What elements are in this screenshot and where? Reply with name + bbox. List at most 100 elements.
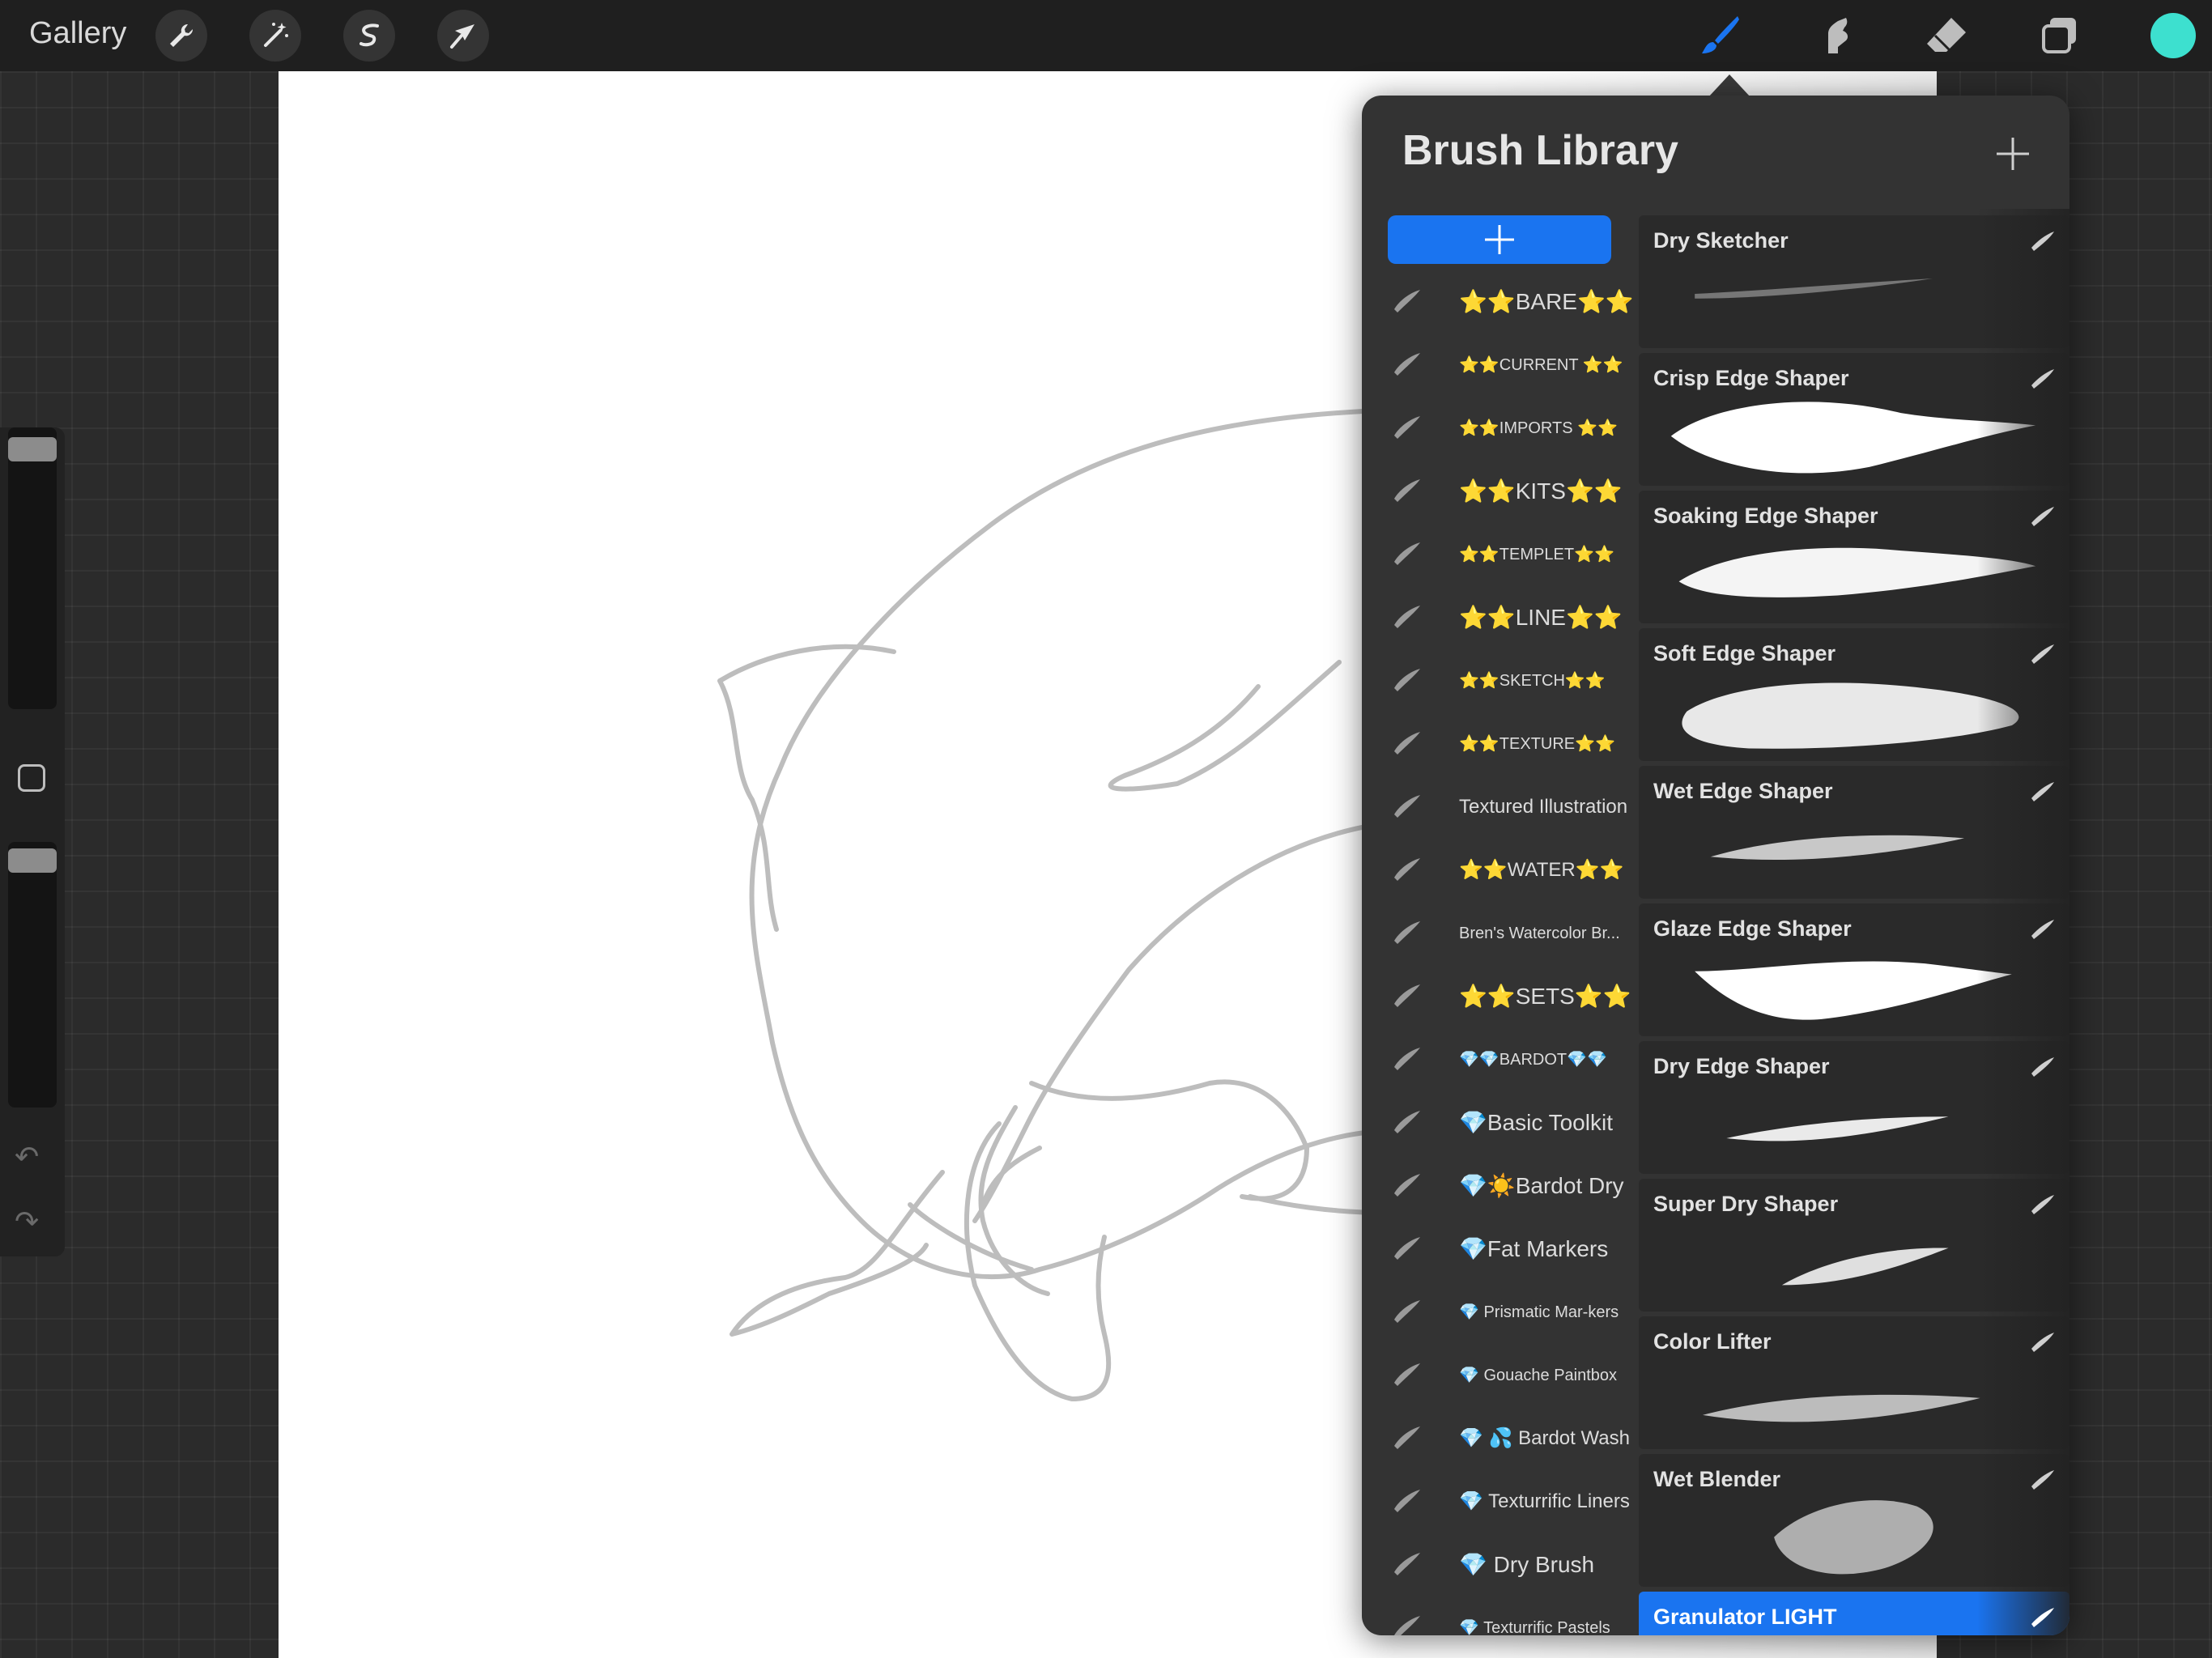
brush-set-icon — [1394, 606, 1420, 628]
brush-stroke-preview — [1774, 1500, 1933, 1575]
layers-icon[interactable] — [2035, 11, 2084, 60]
brush-name: Soaking Edge Shaper — [1653, 504, 1878, 528]
brush-card[interactable]: Soaking Edge Shaper — [1639, 491, 2069, 623]
brush-stroke-preview — [1695, 278, 1933, 299]
brush-set-item[interactable]: ⭐⭐CURRENT ⭐⭐ — [1362, 334, 1637, 397]
brush-set-label: 💎Fat Markers — [1459, 1236, 1609, 1261]
wrench-icon[interactable] — [155, 10, 207, 62]
brush-set-icon — [1394, 353, 1420, 376]
brush-stroke-preview — [1682, 682, 2019, 749]
brush-set-icon — [1394, 669, 1420, 691]
opacity-knob[interactable] — [8, 848, 57, 873]
brush-set-label: Textured Illustration — [1459, 796, 1628, 818]
brush-set-label: 💎 Prismatic Mar-kers — [1459, 1303, 1619, 1321]
magic-wand-icon[interactable] — [249, 10, 301, 62]
brush-set-item[interactable]: ⭐⭐LINE⭐⭐ — [1362, 586, 1637, 649]
brush-card[interactable]: Color Lifter — [1639, 1316, 2069, 1449]
brush-card[interactable]: Glaze Edge Shaper — [1639, 903, 2069, 1036]
brush-set-item[interactable]: 💎💎BARDOT💎💎 — [1362, 1028, 1637, 1091]
brush-set-item[interactable]: ⭐⭐BARE⭐⭐ — [1362, 270, 1637, 334]
brush-card[interactable]: Dry Edge Shaper — [1639, 1041, 2069, 1174]
brush-set-label: ⭐⭐KITS⭐⭐ — [1459, 478, 1623, 504]
redo-icon[interactable]: ↷ — [15, 1205, 39, 1239]
brush-stroke-preview — [1678, 547, 2036, 597]
brush-set-item[interactable]: ⭐⭐TEXTURE⭐⭐ — [1362, 712, 1637, 776]
brush-set-item[interactable]: Bren's Watercolor Br... — [1362, 902, 1637, 965]
brush-stroke-icon — [2031, 782, 2054, 801]
brush-stroke-icon — [2031, 232, 2054, 251]
transform-arrow-icon[interactable] — [437, 10, 489, 62]
brush-card[interactable]: Wet Blender — [1639, 1454, 2069, 1587]
brush-card[interactable]: Dry Sketcher — [1639, 215, 2069, 348]
brush-set-label: 💎 Dry Brush — [1459, 1552, 1595, 1577]
brush-set-item[interactable]: 💎 💦 Bardot Wash — [1362, 1407, 1637, 1470]
brush-set-label: 💎💎BARDOT💎💎 — [1459, 1051, 1607, 1069]
brush-set-item[interactable]: ⭐⭐TEMPLET⭐⭐ — [1362, 523, 1637, 586]
brush-set-item[interactable]: 💎Fat Markers — [1362, 1218, 1637, 1281]
brush-stroke-preview — [1702, 1394, 1980, 1422]
brush-library-title: Brush Library — [1402, 127, 1678, 174]
brush-set-item[interactable]: 💎 Texturrific Pastels — [1362, 1596, 1637, 1635]
brush-card[interactable]: Super Dry Shaper — [1639, 1179, 2069, 1312]
brush-card[interactable]: Granulator LIGHT — [1639, 1592, 2069, 1635]
brush-set-item[interactable]: ⭐⭐IMPORTS ⭐⭐ — [1362, 397, 1637, 460]
gallery-button[interactable]: Gallery — [29, 16, 126, 51]
brush-stroke-preview — [1695, 961, 2012, 1020]
brush-stroke-preview — [1726, 1116, 1949, 1141]
brush-set-label: ⭐⭐IMPORTS ⭐⭐ — [1459, 419, 1618, 437]
brush-set-icon — [1394, 984, 1420, 1007]
brush-stroke-icon — [2031, 1195, 2054, 1214]
brush-set-icon — [1394, 1553, 1420, 1575]
brush-stroke-preview — [1781, 1248, 1949, 1286]
brush-set-item[interactable]: ⭐⭐SKETCH⭐⭐ — [1362, 649, 1637, 712]
brush-set-label: ⭐⭐SKETCH⭐⭐ — [1459, 672, 1606, 690]
brush-card[interactable]: Crisp Edge Shaper — [1639, 353, 2069, 486]
brush-list[interactable]: Dry Sketcher Crisp Edge Shaper Soaking Edg… — [1639, 215, 2069, 1635]
brush-set-label: 💎 💦 Bardot Wash — [1459, 1427, 1630, 1449]
brush-icon[interactable] — [1695, 11, 1744, 60]
brush-set-item[interactable]: 💎 Texturrific Liners — [1362, 1470, 1637, 1533]
brush-size-knob[interactable] — [8, 437, 57, 461]
brush-set-icon — [1394, 732, 1420, 755]
top-toolbar: Gallery — [0, 0, 2212, 71]
selection-icon[interactable] — [343, 10, 395, 62]
brush-name: Wet Blender — [1653, 1467, 1781, 1491]
brush-set-icon — [1394, 1300, 1420, 1323]
brush-set-label: 💎Basic Toolkit — [1459, 1110, 1613, 1135]
undo-icon[interactable]: ↶ — [15, 1140, 39, 1174]
brush-set-icon — [1394, 858, 1420, 881]
brush-set-label: 💎 Texturrific Pastels — [1459, 1619, 1610, 1635]
add-brush-icon[interactable] — [1993, 134, 2032, 173]
brush-set-item[interactable]: 💎☀️Bardot Dry — [1362, 1154, 1637, 1218]
brush-size-slider[interactable] — [8, 427, 57, 709]
brush-name: Super Dry Shaper — [1653, 1192, 1839, 1216]
brush-set-label: 💎☀️Bardot Dry — [1459, 1173, 1624, 1198]
brush-set-icon — [1394, 1426, 1420, 1449]
brush-sets-list[interactable]: ⭐⭐BARE⭐⭐ ⭐⭐CURRENT ⭐⭐ ⭐⭐IMPORTS ⭐⭐ ⭐⭐KITS⭐⭐… — [1362, 270, 1637, 1635]
smudge-icon[interactable] — [1809, 11, 1857, 60]
opacity-slider[interactable] — [8, 842, 57, 1107]
modify-button[interactable] — [18, 764, 45, 792]
brush-name: Soft Edge Shaper — [1653, 641, 1836, 665]
brush-set-item[interactable]: 💎 Prismatic Mar-kers — [1362, 1281, 1637, 1344]
add-brush-set-button[interactable] — [1388, 215, 1611, 264]
brush-library-panel: Brush Library ⭐⭐BARE⭐⭐ ⭐⭐CURRENT ⭐⭐ ⭐⭐IMPO… — [1362, 96, 2069, 1635]
brush-card[interactable]: Soft Edge Shaper — [1639, 628, 2069, 761]
brush-name: Dry Sketcher — [1653, 228, 1789, 253]
eraser-icon[interactable] — [1922, 11, 1971, 60]
brush-set-icon — [1394, 1237, 1420, 1260]
color-picker-button[interactable] — [2150, 13, 2196, 58]
brush-set-label: 💎 Gouache Paintbox — [1459, 1367, 1618, 1384]
brush-set-item[interactable]: 💎 Gouache Paintbox — [1362, 1344, 1637, 1407]
brush-stroke-icon — [2031, 1470, 2054, 1490]
brush-stroke-icon — [2031, 1057, 2054, 1077]
brush-card[interactable]: Wet Edge Shaper — [1639, 766, 2069, 899]
plus-icon — [1485, 225, 1514, 254]
brush-set-label: ⭐⭐WATER⭐⭐ — [1459, 859, 1624, 881]
brush-set-item[interactable]: ⭐⭐WATER⭐⭐ — [1362, 839, 1637, 902]
brush-set-item[interactable]: 💎 Dry Brush — [1362, 1533, 1637, 1596]
brush-set-item[interactable]: ⭐⭐KITS⭐⭐ — [1362, 460, 1637, 523]
brush-set-item[interactable]: Textured Illustration — [1362, 776, 1637, 839]
brush-set-item[interactable]: ⭐⭐SETS⭐⭐ — [1362, 965, 1637, 1028]
brush-set-item[interactable]: 💎Basic Toolkit — [1362, 1091, 1637, 1154]
